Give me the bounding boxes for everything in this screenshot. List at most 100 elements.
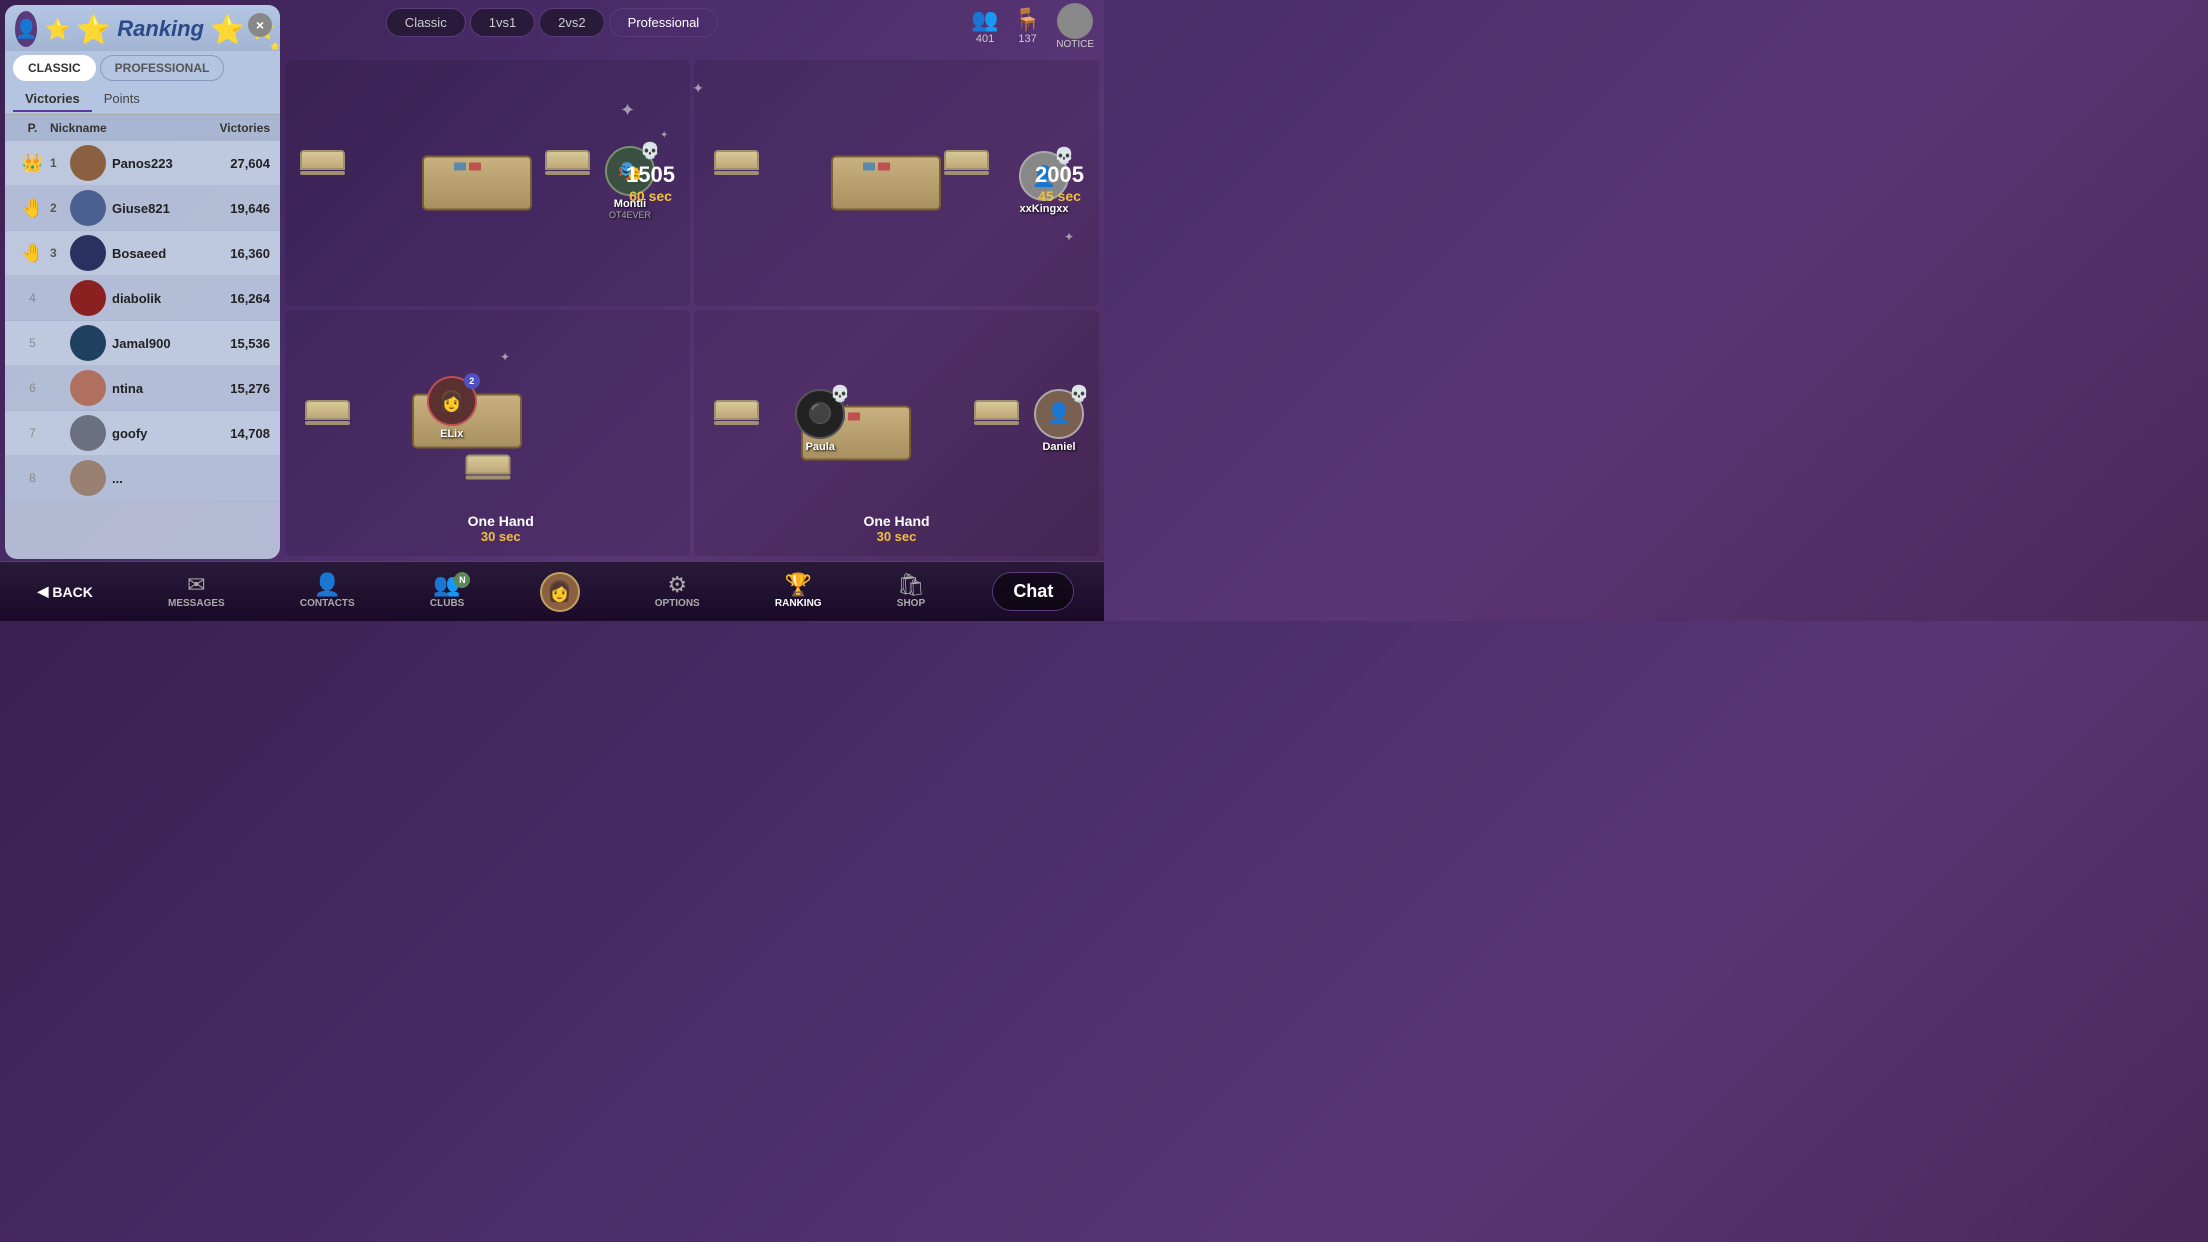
mode-tab-2vs2[interactable]: 2vs2 <box>539 8 604 37</box>
filter-points[interactable]: Points <box>92 87 152 112</box>
ranking-row-5[interactable]: 5 Jamal900 15,536 <box>5 321 280 366</box>
score-number-1: 1505 <box>626 162 675 188</box>
mode-tab-1vs1[interactable]: 1vs1 <box>470 8 535 37</box>
chair-left-4 <box>714 400 759 455</box>
ranking-title-area: ⭐ ⭐ Ranking ⭐ ⭐ <box>45 13 275 46</box>
ranking-row-4[interactable]: 4 diabolik 16,264 <box>5 276 280 321</box>
ranking-row-1[interactable]: 👑 1 Panos223 27,604 <box>5 141 280 186</box>
friends-icon-group[interactable]: 👥 401 <box>971 7 998 45</box>
rank-medal-1: 👑 <box>15 153 50 174</box>
filter-victories[interactable]: Victories <box>13 87 92 112</box>
subtab-classic[interactable]: CLASSIC <box>13 55 96 81</box>
ranking-row-3[interactable]: 🤚 3 Bosaeed 16,360 <box>5 231 280 276</box>
nav-messages[interactable]: ✉ MESSAGES <box>160 574 233 609</box>
table-score-2: 2005 45 sec <box>1035 162 1084 204</box>
ranking-label: RANKING <box>775 598 822 609</box>
rank-victories-4: 16,264 <box>200 291 270 306</box>
mode-tabs: Classic 1vs1 2vs2 Professional <box>386 8 718 37</box>
nav-contacts[interactable]: 👤 CONTACTS <box>292 574 363 609</box>
game-table-1[interactable]: 🎭 💀 Montii OT4EVER 1505 60 sec <box>285 60 690 306</box>
col-header-nickname: Nickname <box>50 121 200 135</box>
game-table-4[interactable]: ⚫ 💀 Paula 👤 💀 Daniel One Hand 30 sec <box>694 310 1099 556</box>
nav-shop[interactable]: 🛍 SHOP <box>889 574 933 609</box>
notice-circle <box>1057 3 1093 39</box>
rank-name-5: Jamal900 <box>112 336 200 351</box>
player-card-elix[interactable]: 👩 2 ELix <box>427 376 477 440</box>
nav-home-avatar[interactable]: 👩 <box>532 572 588 612</box>
mode-tab-professional[interactable]: Professional <box>609 8 719 37</box>
ranking-row-7[interactable]: 7 goofy 14,708 <box>5 411 280 456</box>
ranking-header: 👤 ⭐ ⭐ ⭐ Ranking ⭐ ⭐ × <box>5 5 280 51</box>
ranking-star-left-2: ⭐ <box>76 13 111 46</box>
game-table-3[interactable]: 👩 2 ELix One Hand 30 sec <box>285 310 690 556</box>
rank-name-6: ntina <box>112 381 200 396</box>
domino-pieces-2 <box>863 163 890 171</box>
player-name-daniel: Daniel <box>1042 441 1075 453</box>
back-button[interactable]: ◀ BACK <box>30 583 101 600</box>
rank-victories-6: 15,276 <box>200 381 270 396</box>
ranking-row-2[interactable]: 🤚 2 Giuse821 19,646 <box>5 186 280 231</box>
rank-avatar-6 <box>70 370 106 406</box>
rank-avatar-2 <box>70 190 106 226</box>
tables-icon-group[interactable]: 🪑 137 <box>1014 7 1041 45</box>
filter-tabs: Victories Points <box>5 85 280 115</box>
options-icon: ⚙ <box>667 574 687 596</box>
subtab-professional[interactable]: PROFESSIONAL <box>100 55 225 81</box>
ranking-list: 👑 1 Panos223 27,604 🤚 2 Giuse821 19,646 … <box>5 141 280 559</box>
notice-icon[interactable]: NOTICE <box>1056 3 1094 50</box>
player-card-paula[interactable]: ⚫ 💀 Paula <box>795 389 845 453</box>
table-type-4: One Hand <box>863 513 929 529</box>
skull-icon-montii: 💀 <box>640 141 660 161</box>
player-avatar-wrapper-elix: 👩 2 <box>427 376 477 426</box>
rank-victories-5: 15,536 <box>200 336 270 351</box>
table-label-3: One Hand 30 sec <box>468 513 534 544</box>
user-avatar-symbol: 👤 <box>15 19 37 40</box>
close-button[interactable]: × <box>248 13 272 37</box>
friends-icon: 👥 <box>971 7 998 33</box>
rank-name-3: Bosaeed <box>112 246 200 261</box>
col-header-victories: Victories <box>200 121 270 135</box>
col-header-position: P. <box>15 121 50 135</box>
player-avatar-wrapper-daniel: 👤 💀 <box>1034 389 1084 439</box>
clubs-label: CLUBS <box>430 598 464 609</box>
rank-medal-2: 🤚 <box>15 198 50 219</box>
rank-avatar-7 <box>70 415 106 451</box>
rank-avatar-1 <box>70 145 106 181</box>
ranking-star-left-1: ⭐ <box>45 17 70 42</box>
notice-label: NOTICE <box>1056 39 1094 50</box>
table-time-3: 30 sec <box>468 529 534 544</box>
elix-level-badge: 2 <box>464 373 480 389</box>
score-number-2: 2005 <box>1035 162 1084 188</box>
score-time-2: 45 sec <box>1035 188 1084 204</box>
table-surface-1 <box>422 156 532 211</box>
nav-options[interactable]: ⚙ OPTIONS <box>647 574 708 609</box>
ranking-row-6[interactable]: 6 ntina 15,276 <box>5 366 280 411</box>
top-right-icons: 👥 401 🪑 137 NOTICE <box>971 3 1094 50</box>
game-table-2[interactable]: 👤 💀 xxKingxx 2005 45 sec <box>694 60 1099 306</box>
chair-bottom-3 <box>465 455 510 510</box>
ranking-icon: 🏆 <box>785 574 812 596</box>
ranking-row-8[interactable]: 8 ... <box>5 456 280 501</box>
nav-ranking[interactable]: 🏆 RANKING <box>767 574 830 609</box>
rank-victories-3: 16,360 <box>200 246 270 261</box>
rank-avatar-3 <box>70 235 106 271</box>
player-name-paula: Paula <box>806 441 835 453</box>
player-name-elix: ELix <box>440 428 463 440</box>
rank-name-1: Panos223 <box>112 156 200 171</box>
player-card-daniel[interactable]: 👤 💀 Daniel <box>1034 389 1084 453</box>
rank-victories-1: 27,604 <box>200 156 270 171</box>
table-score-1: 1505 60 sec <box>626 162 675 204</box>
nav-clubs[interactable]: 👥 N CLUBS <box>422 574 472 609</box>
rank-name-2: Giuse821 <box>112 201 200 216</box>
rank-medal-4: 4 <box>15 291 50 305</box>
chat-button[interactable]: Chat <box>992 572 1074 611</box>
chair-left-2 <box>714 150 759 205</box>
contacts-icon: 👤 <box>314 574 341 596</box>
bottom-nav: ◀ BACK ✉ MESSAGES 👤 CONTACTS 👥 N CLUBS 👩… <box>0 561 1104 621</box>
rank-avatar-4 <box>70 280 106 316</box>
mode-tab-classic[interactable]: Classic <box>386 8 466 37</box>
chair-right-1 <box>545 150 590 205</box>
rank-medal-7: 7 <box>15 426 50 440</box>
skull-icon-paula: 💀 <box>830 384 850 404</box>
ranking-title: Ranking <box>117 16 204 42</box>
